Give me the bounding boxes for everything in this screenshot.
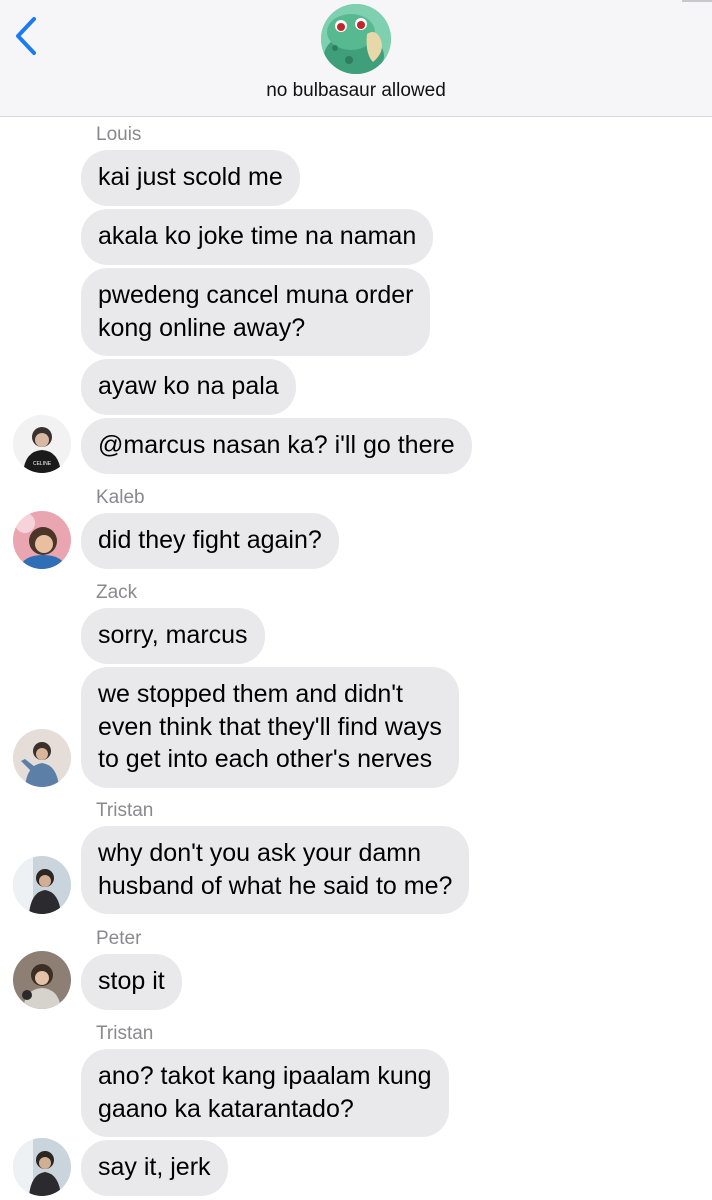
sender-label: Zack xyxy=(96,582,138,603)
message-bubble[interactable]: stop it xyxy=(81,954,182,1010)
avatar-tristan[interactable] xyxy=(13,856,71,914)
avatar-zack[interactable] xyxy=(13,729,71,787)
message-bubble[interactable]: ano? takot kang ipaalam kung gaano ka ka… xyxy=(81,1049,449,1137)
message-bubble[interactable]: akala ko joke time na naman xyxy=(81,209,434,265)
status-indicator xyxy=(682,0,712,2)
back-button[interactable] xyxy=(14,16,40,56)
message-bubble[interactable]: sorry, marcus xyxy=(81,608,265,664)
sender-label: Kaleb xyxy=(96,487,145,508)
person-photo-icon xyxy=(13,1138,71,1196)
message-bubble[interactable]: why don't you ask your damn husband of w… xyxy=(81,826,470,914)
person-photo-icon xyxy=(13,511,71,569)
message-bubble[interactable]: @marcus nasan ka? i'll go there xyxy=(81,418,472,474)
avatar-kaleb[interactable] xyxy=(13,511,71,569)
message-bubble[interactable]: say it, jerk xyxy=(81,1140,228,1196)
person-photo-icon xyxy=(13,951,71,1009)
message-bubble[interactable]: we stopped them and didn't even think th… xyxy=(81,667,459,788)
person-photo-icon: CELINE xyxy=(13,415,71,473)
message-bubble[interactable]: ayaw ko na pala xyxy=(81,359,296,415)
group-name: no bulbasaur allowed xyxy=(266,80,446,101)
shirt-logo: CELINE xyxy=(33,461,52,467)
message-bubble[interactable]: did they fight again? xyxy=(81,513,339,569)
sender-label: Louis xyxy=(96,124,142,145)
person-photo-icon xyxy=(13,856,71,914)
sender-label: Peter xyxy=(96,928,142,949)
chat-header: no bulbasaur allowed xyxy=(0,0,712,117)
person-photo-icon xyxy=(13,729,71,787)
message-bubble[interactable]: kai just scold me xyxy=(81,150,300,206)
avatar-peter[interactable] xyxy=(13,951,71,1009)
avatar-louis[interactable]: CELINE xyxy=(13,415,71,473)
avatar-tristan[interactable] xyxy=(13,1138,71,1196)
sender-label: Tristan xyxy=(96,800,154,821)
chevron-left-icon xyxy=(16,17,36,55)
bulbasaur-avatar-icon xyxy=(321,4,391,74)
sender-label: Tristan xyxy=(96,1023,154,1044)
message-bubble[interactable]: pwedeng cancel muna order kong online aw… xyxy=(81,268,431,356)
group-avatar[interactable] xyxy=(321,4,391,74)
